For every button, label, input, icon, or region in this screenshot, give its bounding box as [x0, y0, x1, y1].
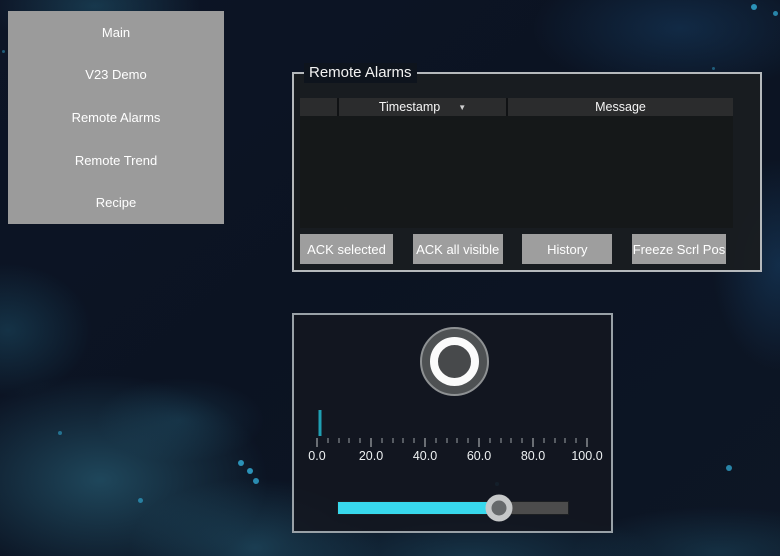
- gauge-minor-tick: [575, 438, 577, 443]
- gauge-tick-label: 60.0: [466, 449, 492, 463]
- gauge-minor-tick: [554, 438, 556, 443]
- slider-handle[interactable]: [485, 494, 513, 522]
- gauge-labels: 0.0 20.0 40.0 60.0 80.0 100.0: [308, 449, 602, 463]
- sidebar-item-remote-trend[interactable]: Remote Trend: [8, 139, 224, 182]
- nav-sidebar: Main V23 Demo Remote Alarms Remote Trend…: [8, 11, 224, 224]
- gauge-minor-tick: [500, 438, 502, 443]
- gauge-tick-label: 20.0: [358, 449, 384, 463]
- knob-ring-indicator: [430, 337, 479, 386]
- history-button[interactable]: History: [522, 234, 613, 264]
- particle-dot: [773, 11, 778, 16]
- gauge-minor-tick: [338, 438, 340, 443]
- gauge-tick-label: 100.0: [571, 449, 603, 463]
- gauge-minor-tick: [467, 438, 469, 443]
- alarm-table-header: Timestamp ▼ Message: [300, 98, 733, 116]
- ack-selected-button[interactable]: ACK selected: [300, 234, 393, 264]
- gauge-minor-tick: [359, 438, 361, 443]
- gauge-minor-tick: [327, 438, 329, 443]
- gauge-minor-tick: [402, 438, 404, 443]
- sidebar-item-recipe[interactable]: Recipe: [8, 181, 224, 224]
- gauge-minor-tick: [489, 438, 491, 443]
- gauge-tick-label: 40.0: [412, 449, 438, 463]
- sidebar-item-remote-alarms[interactable]: Remote Alarms: [8, 96, 224, 139]
- gauge-major-tick: [370, 438, 372, 447]
- particle-dot: [253, 478, 259, 484]
- gauge-minor-tick: [348, 438, 350, 443]
- gauge-minor-tick: [435, 438, 437, 443]
- gauge-major-tick: [532, 438, 534, 447]
- timestamp-header-label: Timestamp: [378, 100, 441, 114]
- gauge-minor-tick: [510, 438, 512, 443]
- gauge-tick-label: 80.0: [520, 449, 546, 463]
- freeze-scroll-pos-button[interactable]: Freeze Scrl Pos: [631, 234, 726, 264]
- alarm-column-state[interactable]: [300, 98, 337, 116]
- gauge-major-tick: [424, 438, 426, 447]
- gauge-minor-tick: [521, 438, 523, 443]
- particle-dot: [138, 498, 143, 503]
- alarm-column-message[interactable]: Message: [508, 98, 733, 116]
- alarm-button-row: ACK selected ACK all visible History Fre…: [300, 234, 726, 264]
- gauge-major-tick: [586, 438, 588, 447]
- gauge-minor-tick: [543, 438, 545, 443]
- sidebar-item-main[interactable]: Main: [8, 11, 224, 54]
- gauge-minor-tick: [392, 438, 394, 443]
- alarm-list-viewport[interactable]: [300, 116, 733, 228]
- particle-dot: [726, 465, 732, 471]
- gauge-major-tick: [316, 438, 318, 447]
- rotary-knob[interactable]: [420, 327, 489, 396]
- gauge-minor-tick: [446, 438, 448, 443]
- particle-dot: [238, 460, 244, 466]
- gauge-minor-tick: [381, 438, 383, 443]
- sidebar-item-v23-demo[interactable]: V23 Demo: [8, 54, 224, 97]
- particle-dot: [2, 50, 5, 53]
- gauge-needle: [318, 410, 322, 436]
- alarm-column-timestamp[interactable]: Timestamp ▼: [339, 98, 506, 116]
- remote-alarms-groupbox: Remote Alarms Timestamp ▼ Message ACK se…: [292, 63, 762, 272]
- slider-fill: [338, 502, 499, 514]
- gauge-minor-tick: [413, 438, 415, 443]
- alarm-table: Timestamp ▼ Message: [300, 98, 733, 228]
- linear-gauge: 0.0 20.0 40.0 60.0 80.0 100.0: [308, 410, 603, 465]
- gauge-minor-tick: [564, 438, 566, 443]
- groupbox-title: Remote Alarms: [304, 63, 417, 83]
- control-panel: 0.0 20.0 40.0 60.0 80.0 100.0: [292, 313, 613, 533]
- particle-dot: [247, 468, 253, 474]
- sort-desc-icon: ▼: [458, 102, 467, 112]
- gauge-minor-tick: [456, 438, 458, 443]
- gauge-ticks: [316, 438, 588, 448]
- ack-all-visible-button[interactable]: ACK all visible: [412, 234, 503, 264]
- particle-dot: [58, 431, 62, 435]
- particle-dot: [712, 67, 715, 70]
- gauge-major-tick: [478, 438, 480, 447]
- gauge-tick-label: 0.0: [308, 449, 326, 463]
- particle-dot: [751, 4, 757, 10]
- value-slider[interactable]: [337, 494, 569, 522]
- hmi-screen: Main V23 Demo Remote Alarms Remote Trend…: [0, 0, 780, 556]
